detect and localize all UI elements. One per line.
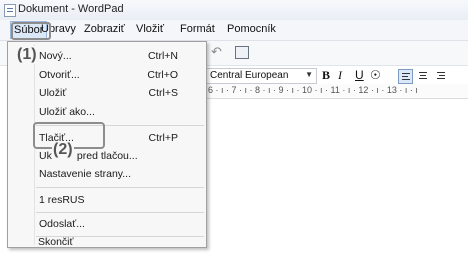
- window-title: Dokument - WordPad: [18, 3, 124, 15]
- menu-zobrazit[interactable]: Zobraziť: [84, 23, 125, 35]
- font-select[interactable]: Central European ▼: [205, 68, 317, 84]
- shortcut-otvorit: Ctrl+O: [147, 69, 178, 81]
- menu-separator: [36, 212, 204, 213]
- undo-icon[interactable]: ↶: [211, 44, 222, 60]
- ruler: 6 · ı · 7 · ı · 8 · ı · 9 · ı · 10 · ı ·…: [205, 84, 468, 99]
- menu-item-ulozit[interactable]: Uložiť: [39, 87, 66, 99]
- menu-item-nastavenie-strany[interactable]: Nastavenie strany...: [39, 168, 131, 180]
- find-icon[interactable]: [235, 46, 249, 59]
- menu-pomocnik[interactable]: Pomocník: [227, 23, 276, 35]
- menu-item-recent-file[interactable]: 1 resRUS: [39, 194, 85, 206]
- italic-button[interactable]: I: [338, 68, 342, 83]
- shortcut-novy: Ctrl+N: [147, 50, 178, 62]
- menu-item-novy[interactable]: Nový...: [39, 50, 72, 62]
- shortcut-ulozit: Ctrl+S: [148, 87, 178, 99]
- wordpad-document-icon: [4, 4, 16, 17]
- chevron-down-icon: ▼: [305, 70, 313, 79]
- menu-separator: [36, 187, 204, 188]
- menu-item-odoslat[interactable]: Odoslať...: [39, 218, 85, 230]
- menu-item-otvorit[interactable]: Otvoriť...: [39, 69, 80, 81]
- menu-item-ulozit-ako[interactable]: Uložiť ako...: [39, 106, 95, 118]
- font-name: Central European: [210, 70, 289, 81]
- menu-vlozit[interactable]: Vložiť: [136, 23, 164, 35]
- menu-item-skoncit[interactable]: Skončiť: [38, 236, 73, 248]
- menu-bar: Súbor Úpravy Zobraziť Vložiť Formát Pomo…: [0, 20, 468, 41]
- title-bar: Dokument - WordPad: [0, 0, 468, 21]
- bold-button[interactable]: B: [322, 68, 330, 83]
- align-center-button[interactable]: [416, 69, 431, 84]
- color-icon[interactable]: ☉: [370, 68, 381, 82]
- callout-label-2: (2): [52, 141, 74, 159]
- menu-format[interactable]: Formát: [180, 23, 215, 35]
- callout-label-1: (1): [16, 46, 38, 64]
- callout-box-1: [11, 22, 51, 40]
- document-area[interactable]: [205, 99, 468, 270]
- underline-button[interactable]: U: [355, 68, 364, 82]
- align-left-button[interactable]: [398, 69, 413, 84]
- align-right-button[interactable]: [434, 69, 449, 84]
- shortcut-tlacit: Ctrl+P: [148, 132, 178, 144]
- ruler-scale: 6 · ı · 7 · ı · 8 · ı · 9 · ı · 10 · ı ·…: [208, 85, 418, 95]
